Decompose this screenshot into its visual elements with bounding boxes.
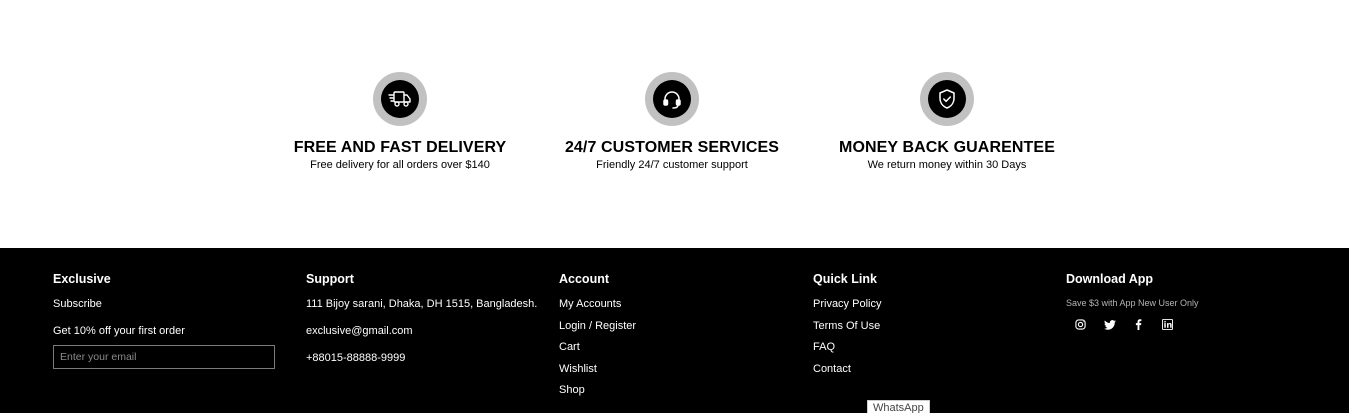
support-email[interactable]: exclusive@gmail.com (306, 324, 537, 338)
link-terms-of-use[interactable]: Terms Of Use (813, 319, 881, 333)
linkedin-icon[interactable] (1160, 317, 1175, 332)
headphones-icon (653, 80, 691, 118)
feature-description: Free delivery for all orders over $140 (310, 159, 490, 171)
footer-support: Support 111 Bijoy sarani, Dhaka, DH 1515… (306, 271, 537, 365)
instagram-icon[interactable] (1073, 317, 1088, 332)
footer-heading: Quick Link (813, 272, 877, 286)
link-cart[interactable]: Cart (559, 340, 636, 354)
footer-heading: Support (306, 272, 354, 286)
offer-text: Get 10% off your first order (53, 325, 185, 337)
link-my-accounts[interactable]: My Accounts (559, 297, 636, 311)
footer-quick-link: Quick Link Privacy Policy Terms Of Use F… (813, 271, 881, 376)
feature-icon-ring (373, 72, 427, 126)
facebook-icon[interactable] (1131, 317, 1146, 332)
feature-description: Friendly 24/7 customer support (596, 159, 748, 171)
feature-icon-ring (645, 72, 699, 126)
social-links (1073, 317, 1199, 332)
feature-title: 24/7 CUSTOMER SERVICES (564, 139, 780, 156)
footer-exclusive: Exclusive Subscribe Get 10% off your fir… (53, 271, 275, 369)
feature-money-back: MONEY BACK GUARENTEE We return money wit… (797, 72, 1097, 172)
feature-description: We return money within 30 Days (867, 159, 1027, 171)
link-wishlist[interactable]: Wishlist (559, 362, 636, 376)
footer-account: Account My Accounts Login / Register Car… (559, 271, 636, 397)
link-login-register[interactable]: Login / Register (559, 319, 636, 333)
support-phone[interactable]: +88015-88888-9999 (306, 351, 537, 365)
footer-heading: Download App (1066, 272, 1154, 286)
shield-check-icon (928, 80, 966, 118)
link-faq[interactable]: FAQ (813, 340, 881, 354)
subscribe-label: Subscribe (53, 298, 102, 310)
footer-heading: Exclusive (53, 272, 111, 286)
twitter-icon[interactable] (1102, 317, 1117, 332)
features-section: FREE AND FAST DELIVERY Free delivery for… (0, 0, 1349, 248)
link-contact[interactable]: Contact (813, 362, 881, 376)
link-privacy-policy[interactable]: Privacy Policy (813, 297, 881, 311)
site-footer: Exclusive Subscribe Get 10% off your fir… (0, 248, 1349, 413)
feature-delivery: FREE AND FAST DELIVERY Free delivery for… (250, 72, 550, 172)
feature-title: MONEY BACK GUARENTEE (839, 139, 1055, 156)
delivery-truck-icon (381, 80, 419, 118)
whatsapp-button[interactable]: WhatsApp (867, 400, 930, 413)
email-input[interactable] (53, 345, 275, 369)
feature-icon-ring (920, 72, 974, 126)
support-address: 111 Bijoy sarani, Dhaka, DH 1515, Bangla… (306, 298, 538, 310)
app-note: Save $3 with App New User Only (1066, 298, 1199, 308)
footer-download-app: Download App Save $3 with App New User O… (1066, 271, 1199, 332)
feature-customer-services: 24/7 CUSTOMER SERVICES Friendly 24/7 cus… (522, 72, 822, 172)
link-shop[interactable]: Shop (559, 383, 636, 397)
feature-title: FREE AND FAST DELIVERY (293, 139, 507, 156)
footer-heading: Account (559, 272, 609, 286)
